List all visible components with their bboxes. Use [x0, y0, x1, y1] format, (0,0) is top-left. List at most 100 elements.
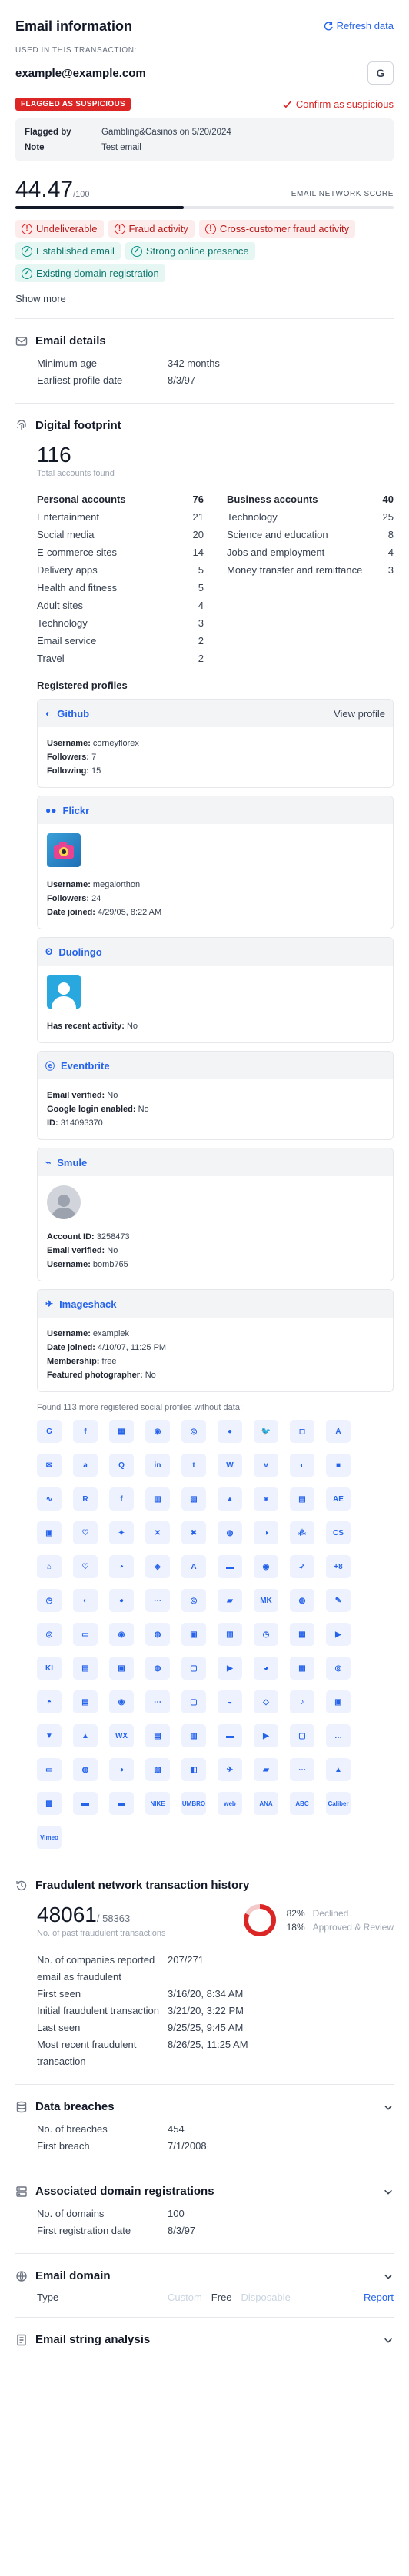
show-more-link[interactable]: Show more	[0, 293, 409, 304]
social-profile-icon[interactable]: ▣	[326, 1690, 351, 1713]
social-profile-icon[interactable]: ■	[326, 1454, 351, 1477]
social-profile-icon[interactable]: f	[73, 1420, 98, 1443]
social-profile-icon[interactable]: ▩	[37, 1792, 62, 1815]
social-profile-icon[interactable]: ✖	[181, 1521, 206, 1544]
social-profile-icon[interactable]: ▬	[218, 1555, 242, 1578]
social-profile-icon[interactable]: A	[326, 1420, 351, 1443]
social-profile-icon[interactable]: G	[37, 1420, 62, 1443]
social-profile-icon[interactable]: ◍	[145, 1657, 170, 1680]
social-profile-icon[interactable]: ▢	[290, 1724, 314, 1747]
social-profile-icon[interactable]: ▦	[109, 1420, 134, 1443]
social-profile-icon[interactable]: ◷	[254, 1623, 278, 1646]
social-profile-icon[interactable]: ♡	[73, 1521, 98, 1544]
social-profile-icon[interactable]: ▢	[181, 1657, 206, 1680]
social-profile-icon[interactable]: KI	[37, 1657, 62, 1680]
social-profile-icon[interactable]: ▲	[218, 1487, 242, 1511]
social-profile-icon[interactable]: ⁂	[290, 1521, 314, 1544]
social-profile-icon[interactable]: a	[73, 1454, 98, 1477]
social-profile-icon[interactable]: ◓	[37, 1690, 62, 1713]
social-profile-icon[interactable]: ▤	[290, 1487, 314, 1511]
social-profile-icon[interactable]: ▼	[37, 1724, 62, 1747]
social-profile-icon[interactable]: ▲	[326, 1758, 351, 1781]
social-profile-icon[interactable]: ✕	[145, 1521, 170, 1544]
social-profile-icon[interactable]: ♪	[290, 1690, 314, 1713]
refresh-data-button[interactable]: Refresh data	[323, 20, 394, 32]
social-profile-icon[interactable]: ◎	[181, 1420, 206, 1443]
social-profile-icon[interactable]: ▣	[37, 1521, 62, 1544]
social-profile-icon[interactable]: f	[109, 1487, 134, 1511]
social-profile-icon[interactable]: t	[181, 1454, 206, 1477]
profile-name[interactable]: Eventbrite	[61, 1060, 110, 1072]
social-profile-icon[interactable]: ◑	[254, 1521, 278, 1544]
social-profile-icon[interactable]: ▥	[145, 1487, 170, 1511]
social-profile-icon[interactable]: ▭	[37, 1758, 62, 1781]
profile-name[interactable]: Github	[57, 708, 89, 720]
social-profile-icon[interactable]: R	[73, 1487, 98, 1511]
social-profile-icon[interactable]: ◉	[254, 1555, 278, 1578]
data-breaches-header[interactable]: Data breaches	[0, 2100, 409, 2113]
social-profile-icon[interactable]: …	[326, 1724, 351, 1747]
social-profile-icon[interactable]: ⋯	[145, 1690, 170, 1713]
social-profile-icon[interactable]: ◉	[109, 1623, 134, 1646]
social-profile-icon[interactable]: ▣	[109, 1657, 134, 1680]
social-profile-icon[interactable]: ▭	[73, 1623, 98, 1646]
social-profile-icon[interactable]: ▬	[73, 1792, 98, 1815]
social-profile-icon[interactable]: Q	[109, 1454, 134, 1477]
domain-registrations-header[interactable]: Associated domain registrations	[0, 2185, 409, 2198]
social-profile-icon[interactable]: A	[181, 1555, 206, 1578]
social-profile-icon[interactable]: CS	[326, 1521, 351, 1544]
social-profile-icon[interactable]: UMBRO	[181, 1792, 206, 1815]
social-profile-icon[interactable]: ✦	[109, 1521, 134, 1544]
email-string-header[interactable]: Email string analysis	[0, 2333, 409, 2346]
social-profile-icon[interactable]: ▶	[254, 1724, 278, 1747]
social-profile-icon[interactable]: ♡	[73, 1555, 98, 1578]
social-profile-icon[interactable]: Vimeo	[37, 1826, 62, 1849]
social-profile-icon[interactable]: ◷	[37, 1589, 62, 1612]
social-profile-icon[interactable]: ▲	[73, 1724, 98, 1747]
social-profile-icon[interactable]: ⋯	[145, 1589, 170, 1612]
social-profile-icon[interactable]: ◍	[290, 1589, 314, 1612]
social-profile-icon[interactable]: ◻	[290, 1420, 314, 1443]
social-profile-icon[interactable]: ➶	[290, 1555, 314, 1578]
confirm-suspicious-button[interactable]: Confirm as suspicious	[282, 98, 394, 110]
social-profile-icon[interactable]: v	[254, 1454, 278, 1477]
social-profile-icon[interactable]: ◎	[181, 1589, 206, 1612]
social-profile-icon[interactable]: ✎	[326, 1589, 351, 1612]
social-profile-icon[interactable]: 🐦	[254, 1420, 278, 1443]
social-profile-icon[interactable]: ✈	[218, 1758, 242, 1781]
social-profile-icon[interactable]: ▶	[218, 1657, 242, 1680]
social-profile-icon[interactable]: Caliber	[326, 1792, 351, 1815]
social-profile-icon[interactable]: ▰	[218, 1589, 242, 1612]
social-profile-icon[interactable]: ▥	[181, 1724, 206, 1747]
social-profile-icon[interactable]: ◎	[37, 1623, 62, 1646]
social-profile-icon[interactable]: ▰	[254, 1758, 278, 1781]
social-profile-icon[interactable]: ◎	[326, 1657, 351, 1680]
social-profile-icon[interactable]: ▦	[290, 1623, 314, 1646]
social-profile-icon[interactable]: ▶	[326, 1623, 351, 1646]
social-profile-icon[interactable]: ●	[218, 1420, 242, 1443]
social-profile-icon[interactable]: +8	[326, 1555, 351, 1578]
email-domain-header[interactable]: Email domain	[0, 2269, 409, 2282]
social-profile-icon[interactable]: ▧	[145, 1758, 170, 1781]
social-profile-icon[interactable]: ◉	[109, 1690, 134, 1713]
view-profile-link[interactable]: View profile	[334, 708, 385, 720]
social-profile-icon[interactable]: ◙	[254, 1487, 278, 1511]
social-profile-icon[interactable]: ⋯	[290, 1758, 314, 1781]
social-profile-icon[interactable]: ▤	[73, 1657, 98, 1680]
social-profile-icon[interactable]: ▦	[290, 1657, 314, 1680]
social-profile-icon[interactable]: AE	[326, 1487, 351, 1511]
social-profile-icon[interactable]: ANA	[254, 1792, 278, 1815]
social-profile-icon[interactable]: ▬	[109, 1792, 134, 1815]
social-profile-icon[interactable]: ▢	[181, 1690, 206, 1713]
report-link[interactable]: Report	[364, 2292, 394, 2303]
social-profile-icon[interactable]: ◕	[109, 1589, 134, 1612]
social-profile-icon[interactable]: ▣	[181, 1623, 206, 1646]
social-profile-icon[interactable]: in	[145, 1454, 170, 1477]
social-profile-icon[interactable]: ▧	[181, 1487, 206, 1511]
social-profile-icon[interactable]: ∿	[37, 1487, 62, 1511]
social-profile-icon[interactable]: ◕	[254, 1657, 278, 1680]
social-profile-icon[interactable]: ▥	[218, 1623, 242, 1646]
social-profile-icon[interactable]: ◐	[73, 1589, 98, 1612]
social-profile-icon[interactable]: ◈	[145, 1555, 170, 1578]
social-profile-icon[interactable]: web	[218, 1792, 242, 1815]
